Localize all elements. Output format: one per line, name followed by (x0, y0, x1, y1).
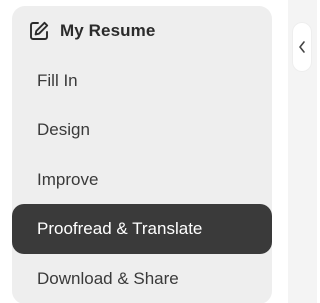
nav-item-design[interactable]: Design (12, 105, 272, 155)
collapse-sidebar-button[interactable] (293, 23, 311, 71)
nav-header: My Resume (28, 18, 155, 44)
chevron-left-icon (297, 40, 307, 54)
nav-title: My Resume (60, 21, 156, 40)
nav-item-improve[interactable]: Improve (12, 155, 272, 205)
app-window: My Resume Fill In Design Improve Proofre… (0, 0, 317, 303)
edit-icon (28, 20, 50, 42)
nav-item-download-share[interactable]: Download & Share (12, 254, 272, 303)
nav-item-proofread-translate[interactable]: Proofread & Translate (12, 204, 272, 254)
nav-item-fill-in[interactable]: Fill In (12, 56, 272, 106)
